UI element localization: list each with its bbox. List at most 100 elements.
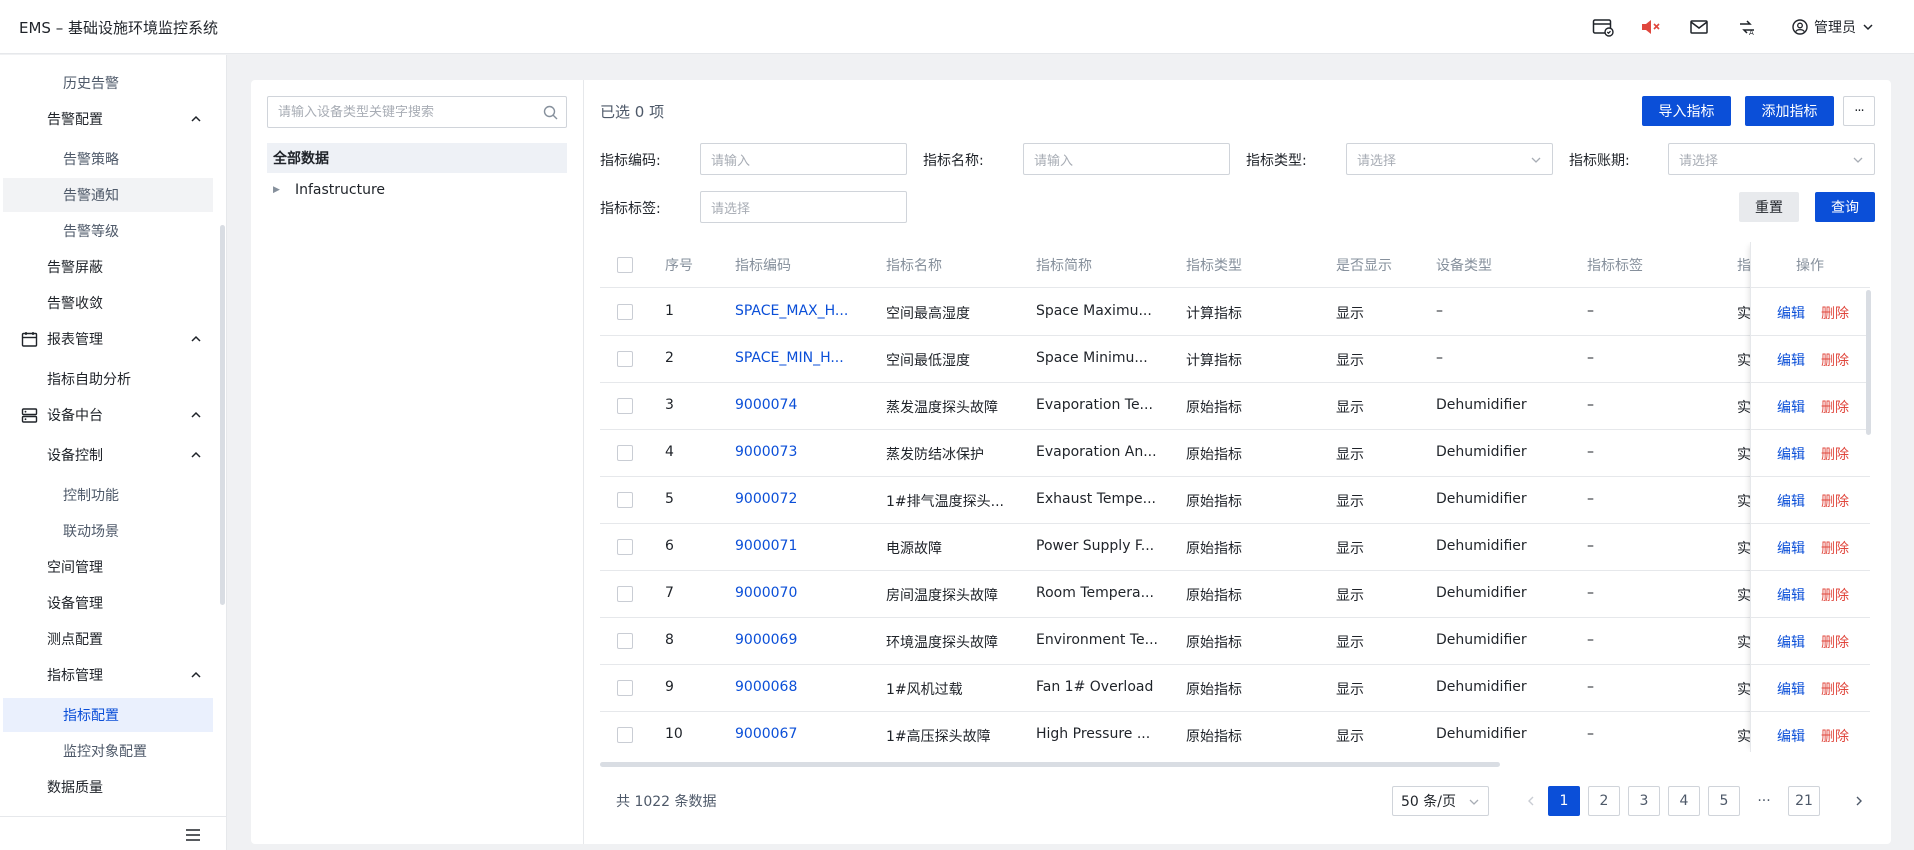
edit-button[interactable]: 编辑 [1777, 303, 1805, 323]
sidebar-item-monitor-object[interactable]: 监控对象配置 [3, 734, 213, 768]
cell-code[interactable]: SPACE_MAX_H... [735, 303, 848, 319]
tree-node-infrastructure[interactable]: ▶ Infastructure [267, 176, 567, 204]
sidebar-item-device-manage[interactable]: 设备管理 [3, 586, 213, 620]
delete-button[interactable]: 删除 [1821, 726, 1849, 746]
delete-button[interactable]: 删除 [1821, 350, 1849, 370]
delete-button[interactable]: 删除 [1821, 397, 1849, 417]
chevron-right-icon [1856, 796, 1862, 806]
sidebar-item-metric-config[interactable]: 指标配置 [3, 698, 213, 732]
edit-button[interactable]: 编辑 [1777, 632, 1805, 652]
filter-tag-select[interactable]: 请选择 [700, 191, 907, 223]
sidebar-item-control-function[interactable]: 控制功能 [3, 478, 213, 512]
cell-code[interactable]: 9000070 [735, 585, 797, 601]
table-scrollbar-vertical[interactable] [1866, 290, 1871, 435]
search-icon[interactable] [543, 105, 558, 120]
tree-search-input[interactable] [278, 104, 538, 120]
table-scrollbar-horizontal[interactable] [600, 762, 1500, 767]
filter-name-input[interactable]: 请输入 [1023, 143, 1230, 175]
mail-icon[interactable] [1688, 16, 1710, 38]
import-metric-button[interactable]: 导入指标 [1642, 96, 1731, 126]
cell-code[interactable]: 9000073 [735, 444, 797, 460]
edit-button[interactable]: 编辑 [1777, 726, 1805, 746]
cell-code[interactable]: 9000071 [735, 538, 797, 554]
mute-icon[interactable] [1640, 16, 1662, 38]
query-button[interactable]: 查询 [1815, 192, 1875, 222]
metric-table: 序号 指标编码 指标名称 指标简称 指标类型 是否显示 设备类型 指标标签 指 … [600, 242, 1870, 752]
edit-button[interactable]: 编辑 [1777, 397, 1805, 417]
sidebar-item-alarm-level[interactable]: 告警等级 [3, 214, 213, 248]
row-checkbox[interactable] [617, 304, 633, 320]
delete-button[interactable]: 删除 [1821, 538, 1849, 558]
sidebar-item-point-config[interactable]: 测点配置 [3, 622, 213, 656]
sidebar-item-metric-analysis[interactable]: 指标自助分析 [3, 362, 213, 396]
delete-button[interactable]: 删除 [1821, 679, 1849, 699]
add-metric-button[interactable]: 添加指标 [1745, 96, 1834, 126]
cell-extra: 实 [1737, 541, 1751, 557]
page-button-1[interactable]: 1 [1548, 786, 1580, 816]
sidebar-item-history-alarm[interactable]: 历史告警 [3, 66, 213, 100]
cell-code[interactable]: 9000067 [735, 726, 797, 742]
delete-button[interactable]: 删除 [1821, 632, 1849, 652]
select-all-checkbox[interactable] [617, 257, 633, 273]
sidebar-item-alarm-shield[interactable]: 告警屏蔽 [3, 250, 213, 284]
row-checkbox[interactable] [617, 351, 633, 367]
sidebar-group-device-center[interactable]: 设备中台 [3, 398, 213, 432]
cell-code[interactable]: SPACE_MIN_H... [735, 350, 844, 366]
sidebar-item-space-manage[interactable]: 空间管理 [3, 550, 213, 584]
edit-button[interactable]: 编辑 [1777, 538, 1805, 558]
cell-short: High Pressure ... [1036, 726, 1151, 742]
sidebar-item-alarm-notify[interactable]: 告警通知 [3, 178, 213, 212]
sidebar-group-report[interactable]: 报表管理 [3, 322, 213, 356]
tree-search [267, 96, 567, 128]
more-button[interactable]: ··· [1843, 96, 1875, 126]
user-menu[interactable]: 管理员 [1792, 17, 1874, 37]
filter-code-input[interactable]: 请输入 [700, 143, 907, 175]
page-button-5[interactable]: 5 [1708, 786, 1740, 816]
sidebar-scrollbar[interactable] [220, 225, 225, 605]
edit-button[interactable]: 编辑 [1777, 444, 1805, 464]
sidebar-item-device-control[interactable]: 设备控制 [3, 438, 213, 472]
delete-button[interactable]: 删除 [1821, 303, 1849, 323]
filter-period-select[interactable]: 请选择 [1668, 143, 1875, 175]
row-checkbox[interactable] [617, 445, 633, 461]
next-page-button[interactable] [1843, 786, 1875, 816]
row-checkbox[interactable] [617, 680, 633, 696]
cell-code[interactable]: 9000072 [735, 491, 797, 507]
wallet-icon[interactable] [1592, 16, 1614, 38]
row-checkbox[interactable] [617, 727, 633, 743]
delete-button[interactable]: 删除 [1821, 491, 1849, 511]
sidebar-item-alarm-strategy[interactable]: 告警策略 [3, 142, 213, 176]
sidebar-item-alarm-converge[interactable]: 告警收敛 [3, 286, 213, 320]
row-checkbox[interactable] [617, 539, 633, 555]
cell-code[interactable]: 9000069 [735, 632, 797, 648]
page-button-2[interactable]: 2 [1588, 786, 1620, 816]
translate-icon[interactable]: A [1736, 16, 1758, 38]
edit-button[interactable]: 编辑 [1777, 491, 1805, 511]
cell-code[interactable]: 9000068 [735, 679, 797, 695]
edit-button[interactable]: 编辑 [1777, 350, 1805, 370]
cell-code[interactable]: 9000074 [735, 397, 797, 413]
row-checkbox[interactable] [617, 586, 633, 602]
delete-button[interactable]: 删除 [1821, 585, 1849, 605]
sidebar-item-metric-manage[interactable]: 指标管理 [3, 658, 213, 692]
edit-button[interactable]: 编辑 [1777, 679, 1805, 699]
page-size-select[interactable]: 50 条/页 [1392, 786, 1489, 816]
row-checkbox[interactable] [617, 633, 633, 649]
sidebar-item-alarm-config[interactable]: 告警配置 [3, 102, 213, 136]
row-checkbox[interactable] [617, 492, 633, 508]
delete-button[interactable]: 删除 [1821, 444, 1849, 464]
page-button-21[interactable]: 21 [1788, 786, 1820, 816]
sidebar-item-data-quality[interactable]: 数据质量 [3, 770, 213, 804]
page-button-3[interactable]: 3 [1628, 786, 1660, 816]
filter-type-select[interactable]: 请选择 [1346, 143, 1553, 175]
menu-collapse-icon[interactable] [185, 828, 201, 842]
reset-button[interactable]: 重置 [1739, 192, 1799, 222]
sidebar-item-linkage-scene[interactable]: 联动场景 [3, 514, 213, 548]
caret-right-icon[interactable]: ▶ [273, 185, 289, 195]
page-ellipsis[interactable]: ··· [1748, 786, 1780, 816]
edit-button[interactable]: 编辑 [1777, 585, 1805, 605]
row-checkbox[interactable] [617, 398, 633, 414]
tree-node-all[interactable]: 全部数据 [267, 143, 567, 173]
page-button-4[interactable]: 4 [1668, 786, 1700, 816]
prev-page-button[interactable] [1515, 786, 1547, 816]
